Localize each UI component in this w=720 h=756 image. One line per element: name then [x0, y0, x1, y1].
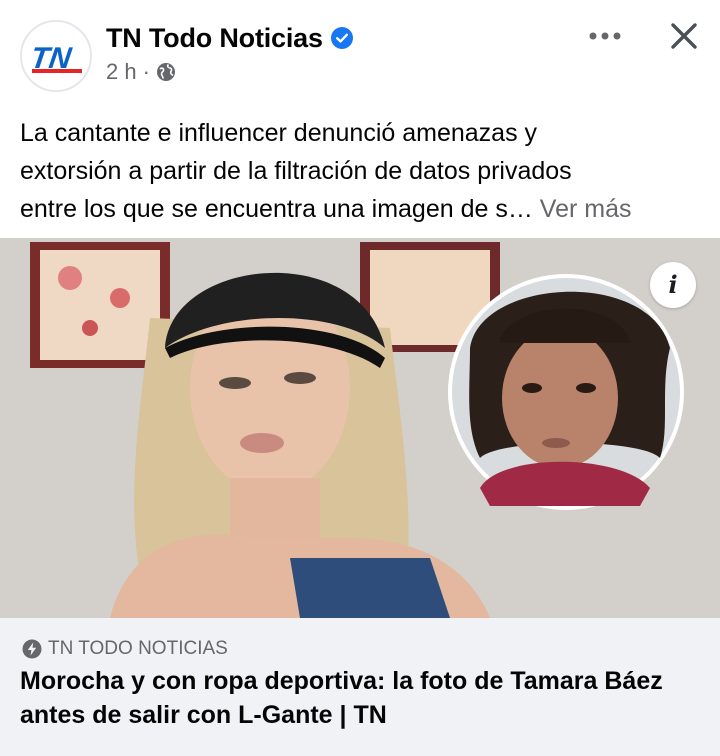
post-text-line: extorsión a partir de la filtración de d…	[20, 157, 572, 185]
see-more-link[interactable]: Ver más	[540, 195, 632, 223]
globe-icon	[156, 63, 175, 81]
page-name-row: TN Todo Noticias	[106, 20, 353, 56]
page-avatar[interactable]: TN	[20, 20, 92, 92]
meta-separator: ·	[142, 59, 150, 84]
page-name[interactable]: TN Todo Noticias	[106, 23, 323, 54]
link-title-line: antes de salir con L-Gante | TN	[20, 701, 387, 729]
more-options-button[interactable]	[580, 18, 630, 54]
instant-bolt-icon	[22, 639, 42, 659]
post-meta: 2 h ·	[106, 58, 176, 86]
verified-badge-icon	[330, 27, 353, 49]
tn-logo: TN	[22, 22, 90, 90]
post-text-line: entre los que se encuentra una imagen de…	[20, 195, 533, 223]
more-dots-icon	[589, 32, 621, 40]
post-text-line: La cantante e influencer denunció amenaz…	[20, 119, 538, 147]
post-header: TN TN Todo Noticias 2 h ·	[0, 0, 720, 100]
photo-illustration	[0, 238, 720, 618]
close-icon	[671, 23, 697, 49]
link-preview-image[interactable]	[0, 238, 720, 618]
post-time[interactable]: 2 h	[106, 59, 137, 85]
link-title-line: Morocha y con ropa deportiva: la foto de…	[20, 667, 663, 695]
info-icon: i	[668, 270, 678, 299]
post-text-line-last: entre los que se encuentra una imagen de…	[20, 190, 700, 228]
ad-info-button[interactable]: i	[650, 262, 696, 308]
link-source-name: TN TODO NOTICIAS	[48, 638, 228, 659]
post-text: La cantante e influencer denunció amenaz…	[20, 114, 700, 228]
link-title[interactable]: Morocha y con ropa deportiva: la foto de…	[20, 664, 710, 732]
close-button[interactable]	[660, 14, 708, 58]
link-source: TN TODO NOTICIAS	[22, 636, 228, 662]
